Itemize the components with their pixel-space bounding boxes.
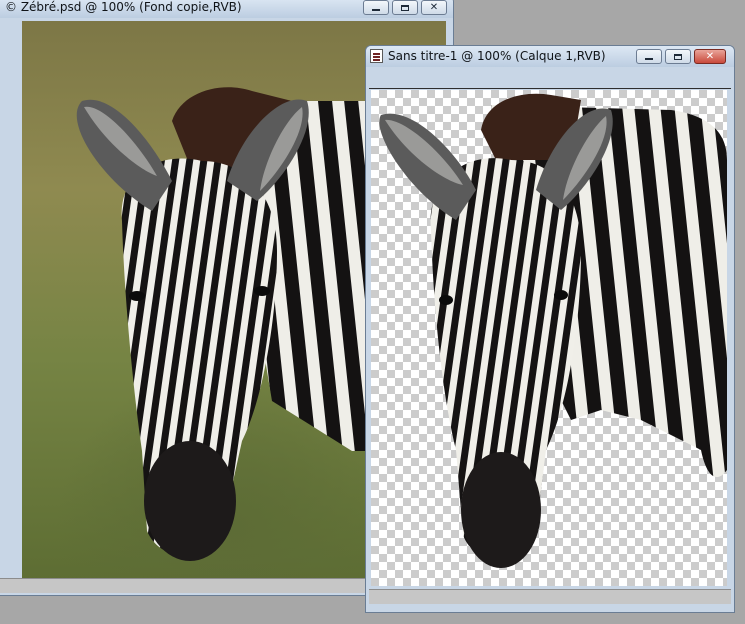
zebra-cutout	[379, 93, 727, 568]
canvas-top-border	[369, 68, 731, 89]
photoshop-document-icon	[370, 49, 383, 63]
statusbar-extracted	[369, 589, 731, 604]
maximize-button[interactable]	[665, 49, 691, 64]
close-icon: ✕	[705, 50, 715, 62]
window-controls-source: ✕	[363, 0, 447, 15]
titlebar-extracted[interactable]: Sans titre-1 @ 100% (Calque 1,RVB) ✕	[366, 46, 734, 67]
close-button[interactable]: ✕	[421, 0, 447, 15]
maximize-icon	[674, 53, 682, 60]
document-window-extracted[interactable]: Sans titre-1 @ 100% (Calque 1,RVB) ✕	[365, 45, 735, 613]
minimize-button[interactable]	[363, 0, 389, 15]
minimize-icon	[372, 9, 380, 11]
maximize-button[interactable]	[392, 0, 418, 15]
minimize-icon	[645, 58, 653, 60]
window-title-source: © Zébré.psd @ 100% (Fond copie,RVB)	[5, 0, 242, 14]
minimize-button[interactable]	[636, 49, 662, 64]
window-controls-extracted: ✕	[636, 49, 726, 64]
maximize-icon	[401, 4, 409, 11]
canvas-transparent-layer[interactable]	[371, 90, 727, 586]
titlebar-source[interactable]: © Zébré.psd @ 100% (Fond copie,RVB) ✕	[0, 0, 453, 18]
close-icon: ✕	[429, 1, 439, 13]
close-button[interactable]: ✕	[694, 49, 726, 64]
window-title-extracted: Sans titre-1 @ 100% (Calque 1,RVB)	[388, 49, 606, 63]
